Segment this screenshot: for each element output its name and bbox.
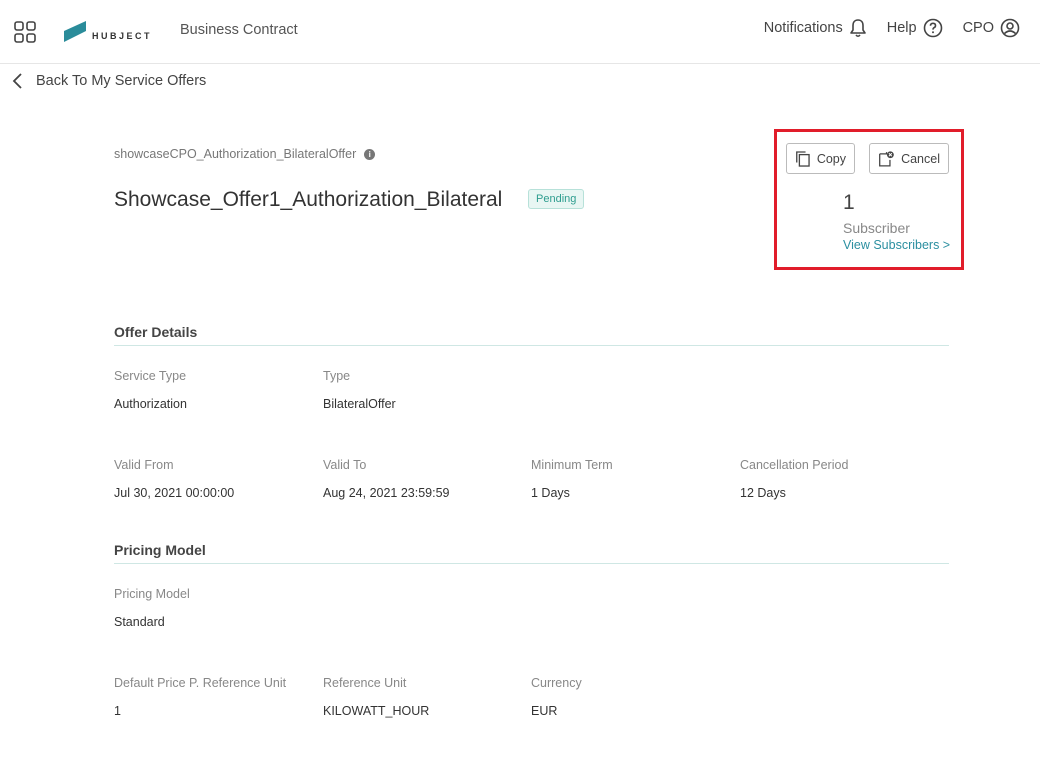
bell-icon: [849, 19, 866, 38]
notifications-button[interactable]: Notifications: [764, 18, 867, 38]
back-to-offers-link[interactable]: Back To My Service Offers: [12, 72, 206, 90]
offer-identifier: showcaseCPO_Authorization_BilateralOffer…: [114, 147, 376, 161]
reference-unit-label: Reference Unit: [323, 676, 407, 690]
status-badge: Pending: [528, 189, 585, 209]
valid-from-value: Jul 30, 2021 00:00:00: [114, 486, 235, 500]
logo-text: HUBJECT: [92, 31, 153, 41]
minimum-term-value: 1 Days: [531, 486, 570, 500]
service-type-label: Service Type: [114, 369, 187, 383]
view-subscribers-link[interactable]: View Subscribers >: [843, 238, 950, 252]
help-label: Help: [886, 20, 917, 36]
type-value: BilateralOffer: [323, 397, 396, 411]
copy-icon: [796, 150, 810, 167]
type-label: Type: [323, 369, 351, 383]
pricing-model-title: Pricing Model: [114, 542, 206, 558]
minimum-term-label: Minimum Term: [531, 458, 613, 472]
back-label: Back To My Service Offers: [36, 73, 207, 89]
copy-button[interactable]: Copy: [786, 143, 855, 174]
logo-mark-icon: [64, 21, 86, 42]
page-title: Showcase_Offer1_Authorization_Bilateral: [114, 188, 503, 211]
cancel-document-icon: [879, 150, 894, 166]
default-price-label: Default Price P. Reference Unit: [114, 676, 287, 690]
chevron-left-icon: [12, 73, 22, 89]
copy-label: Copy: [816, 151, 846, 166]
info-icon[interactable]: i: [364, 148, 376, 160]
valid-to-value: Aug 24, 2021 23:59:59: [323, 486, 450, 500]
notifications-label: Notifications: [763, 20, 843, 36]
pricing-model-value: Standard: [114, 615, 165, 629]
offer-details-title: Offer Details: [114, 324, 198, 340]
valid-to-label: Valid To: [323, 458, 367, 472]
top-bar: HUBJECT Business Contract Notifications …: [0, 0, 1040, 64]
subscriber-label: Subscriber: [843, 220, 910, 236]
section-divider: [114, 563, 949, 564]
user-label: CPO: [962, 20, 994, 36]
section-divider: [114, 345, 949, 346]
default-price-value: 1: [114, 704, 121, 718]
currency-value: EUR: [531, 704, 558, 718]
user-menu-button[interactable]: CPO: [963, 18, 1020, 38]
cancel-label: Cancel: [901, 151, 940, 166]
cancellation-period-value: 12 Days: [740, 486, 786, 500]
offer-identifier-text: showcaseCPO_Authorization_BilateralOffer: [114, 147, 357, 161]
hubject-logo[interactable]: HUBJECT: [64, 21, 152, 43]
pricing-model-label: Pricing Model: [114, 587, 190, 601]
service-type-value: Authorization: [114, 397, 187, 411]
app-title: Business Contract: [180, 22, 298, 38]
cancellation-period-label: Cancellation Period: [740, 458, 849, 472]
help-button[interactable]: Help: [887, 18, 943, 38]
subscriber-count: 1: [843, 191, 855, 214]
valid-from-label: Valid From: [114, 458, 174, 472]
user-circle-icon: [1000, 18, 1020, 38]
reference-unit-value: KILOWATT_HOUR: [323, 704, 430, 718]
currency-label: Currency: [531, 676, 582, 690]
header-nav: Notifications Help CPO: [764, 18, 1020, 38]
apps-grid-icon[interactable]: [14, 21, 36, 43]
help-circle-icon: [923, 18, 942, 38]
cancel-button[interactable]: Cancel: [869, 143, 949, 174]
